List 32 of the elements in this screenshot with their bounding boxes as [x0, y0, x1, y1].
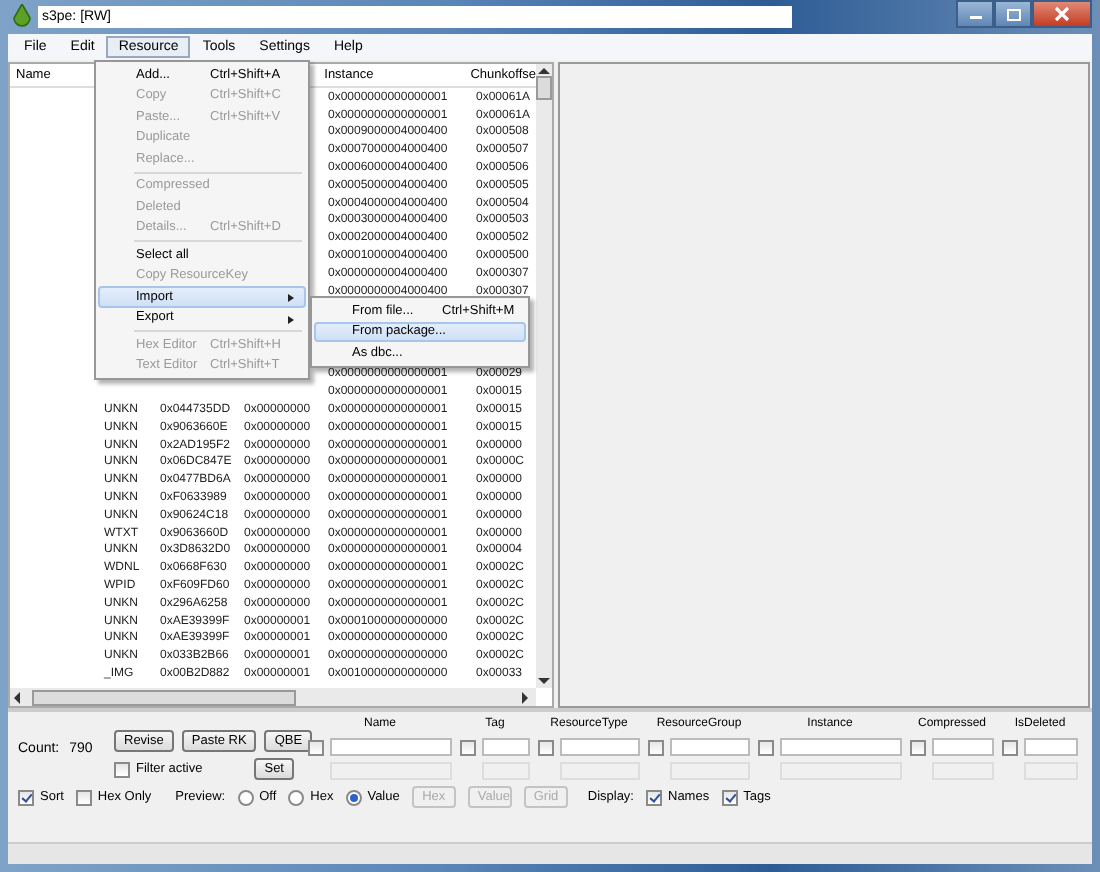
checkbox[interactable]: [646, 789, 662, 806]
checkbox[interactable]: [18, 789, 34, 806]
filter-field[interactable]: [932, 738, 994, 757]
app-icon: [12, 4, 32, 29]
checkbox[interactable]: [114, 761, 130, 778]
filter-field[interactable]: [1024, 738, 1078, 757]
submenu-arrow-icon: [288, 315, 294, 323]
minimize-button[interactable]: [956, 0, 994, 28]
filter-field[interactable]: [482, 738, 530, 757]
vertical-scrollbar[interactable]: [536, 63, 552, 689]
maximize-icon: [1005, 7, 1021, 21]
checkbox[interactable]: [308, 739, 324, 756]
checkbox[interactable]: [460, 739, 476, 756]
submenu-arrow-icon: [288, 294, 294, 302]
radio-button[interactable]: [345, 789, 362, 806]
radio-button[interactable]: [237, 789, 254, 806]
radio-button[interactable]: [288, 789, 305, 806]
checkbox[interactable]: [648, 739, 664, 756]
filter-field[interactable]: [560, 738, 640, 757]
filter-field[interactable]: [780, 738, 902, 757]
filter-field[interactable]: [330, 738, 452, 757]
close-button[interactable]: [1032, 0, 1092, 28]
checkbox[interactable]: [75, 789, 92, 806]
checkbox[interactable]: [1002, 739, 1018, 756]
checkbox[interactable]: [910, 739, 926, 756]
filter-field[interactable]: [670, 738, 750, 757]
horizontal-scrollbar[interactable]: [10, 688, 536, 707]
checkbox[interactable]: [721, 789, 738, 806]
maximize-button[interactable]: [994, 0, 1032, 28]
close-icon: [1054, 6, 1070, 22]
checkbox[interactable]: [538, 739, 554, 756]
checkbox[interactable]: [758, 739, 774, 756]
